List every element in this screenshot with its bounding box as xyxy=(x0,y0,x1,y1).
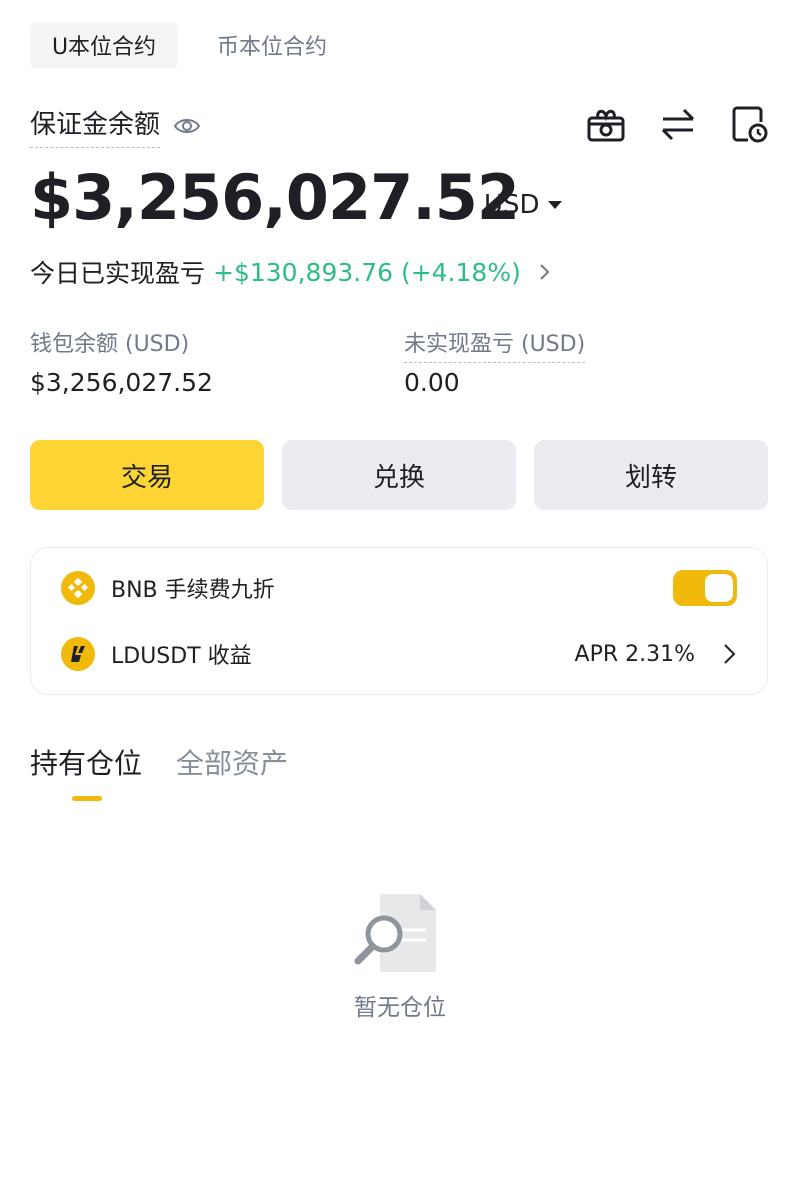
features-card: BNB 手续费九折 LDUSDT 收益 APR 2.31% xyxy=(30,547,768,695)
wallet-balance-value: $3,256,027.52 xyxy=(30,368,213,397)
tab-usdt-margined-futures[interactable]: U本位合约 xyxy=(30,22,178,68)
bnb-discount-row: BNB 手续费九折 xyxy=(61,568,737,608)
todays-pnl-row[interactable]: 今日已实现盈亏 +$130,893.76 (+4.18%) xyxy=(30,252,553,292)
empty-state-text: 暂无仓位 xyxy=(354,995,446,1021)
tab-coin-margined-futures[interactable]: 币本位合约 xyxy=(196,22,348,68)
todays-pnl-label: 今日已实现盈亏 xyxy=(30,259,206,288)
tab-positions[interactable]: 持有仓位 xyxy=(30,742,142,782)
gift-box-icon[interactable] xyxy=(586,104,626,144)
wallet-balance-label: 钱包余额 (USD) xyxy=(30,332,190,357)
transfer-button[interactable]: 划转 xyxy=(534,440,768,510)
ldusdt-yield-row[interactable]: LDUSDT 收益 APR 2.31% xyxy=(61,634,737,674)
document-search-icon xyxy=(354,894,436,972)
caret-down-icon xyxy=(547,201,562,209)
swap-arrows-icon[interactable] xyxy=(658,104,698,144)
chevron-right-icon xyxy=(540,264,550,280)
history-clock-icon[interactable] xyxy=(730,104,770,144)
unrealized-pnl-label: 未实现盈亏 (USD) xyxy=(404,326,586,363)
bnb-discount-label: BNB 手续费九折 xyxy=(111,578,275,603)
chevron-right-icon xyxy=(724,644,736,664)
apr-value: APR 2.31% xyxy=(574,641,695,667)
currency-label: USD xyxy=(484,190,540,220)
margin-balance-header: 保证金余额 xyxy=(30,104,202,148)
active-tab-indicator xyxy=(72,796,102,801)
todays-pnl-value: +$130,893.76 (+4.18%) xyxy=(213,257,521,287)
ldusdt-yield-label: LDUSDT 收益 xyxy=(111,644,252,669)
tab-all-assets[interactable]: 全部资产 xyxy=(176,742,288,782)
convert-button[interactable]: 兑换 xyxy=(282,440,516,510)
ldusdt-icon xyxy=(61,637,95,671)
eye-icon[interactable] xyxy=(172,111,202,141)
total-balance: $3,256,027.52 xyxy=(30,161,520,234)
trade-button[interactable]: 交易 xyxy=(30,440,264,510)
unrealized-pnl-value: 0.00 xyxy=(404,368,460,397)
bnb-icon xyxy=(61,571,95,605)
margin-balance-label: 保证金余额 xyxy=(30,104,161,148)
bnb-discount-toggle[interactable] xyxy=(673,570,737,606)
currency-selector[interactable]: USD xyxy=(484,190,562,220)
